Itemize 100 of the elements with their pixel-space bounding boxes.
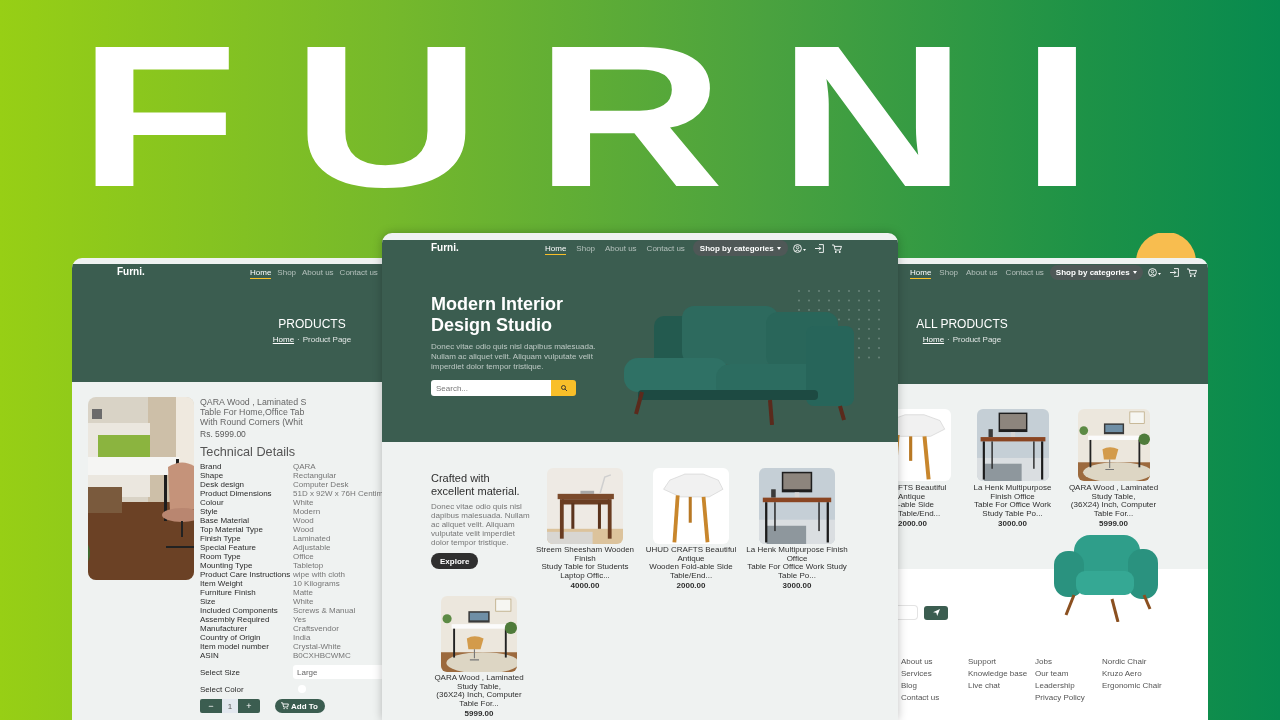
cart-icon[interactable] — [1187, 267, 1198, 277]
hero-title: Modern Interior Design Studio — [431, 294, 564, 336]
category-dropdown-button[interactable]: Shop by categories — [692, 240, 788, 256]
spec-value: 10 Kilograms — [293, 579, 340, 588]
user-icon[interactable] — [1147, 267, 1157, 277]
add-to-cart-button[interactable]: Add To — [275, 699, 325, 713]
nav-link[interactable]: Contact us — [646, 241, 685, 255]
product-title: QARA Wood , Laminated Study Table, (36X24) Inch, Computer Table For... — [433, 674, 525, 708]
nav-link[interactable]: About us — [605, 241, 637, 255]
breadcrumb-current: Product Page — [952, 335, 1002, 344]
caret-icon — [803, 248, 807, 251]
footer-link[interactable]: Kruzo Aero — [1102, 668, 1142, 680]
quantity-field[interactable]: 1 — [222, 699, 238, 713]
brand-title: FURNI — [78, 2, 1147, 231]
breadcrumb-separator: · — [947, 335, 950, 344]
caret-icon — [776, 246, 781, 250]
size-select[interactable]: Large — [293, 665, 383, 679]
footer-link[interactable]: Blog — [901, 680, 917, 692]
footer-link[interactable]: Nordic Chair — [1102, 656, 1147, 668]
spec-value: Rectangular — [293, 471, 337, 480]
input-field[interactable] — [898, 605, 918, 620]
product-price: 5999.00 — [1099, 519, 1128, 528]
logo[interactable]: Furni. — [431, 242, 459, 254]
spec-label: ASIN — [200, 651, 219, 660]
spec-label: Special Feature — [200, 543, 257, 552]
product-price: 3000.00 — [998, 519, 1027, 528]
login-icon[interactable] — [815, 243, 825, 253]
caret-icon — [1158, 272, 1162, 275]
footer-link[interactable]: About us — [901, 656, 933, 668]
nav-link[interactable]: Contact us — [1005, 265, 1044, 279]
spec-value: Crystal-White — [293, 642, 341, 651]
product-title: UHUD CRAFTS Beautiful Antique Wooden Fold-able Side Table/End... — [644, 546, 738, 580]
search-button[interactable] — [551, 380, 576, 396]
spec-value: Office — [293, 552, 314, 561]
user-icon[interactable] — [792, 243, 802, 253]
spec-label: Furniture Finish — [200, 588, 256, 597]
product-price: 2000.00 — [676, 581, 706, 590]
footer-link[interactable]: Services — [901, 668, 932, 680]
product-title: Streem Sheesham Wooden Finish Study Table for Students Laptop Offic... — [534, 546, 636, 580]
spec-label: Item Weight — [200, 579, 243, 588]
product-title: QARA Wood , Laminated Study Table, (36X24) Inch, Computer Table For... — [1067, 484, 1160, 518]
nav-link[interactable]: Contact us — [339, 265, 378, 279]
breadcrumb-link[interactable]: Home — [922, 335, 945, 344]
breadcrumb-link[interactable]: Home — [272, 335, 295, 344]
product-price: 3000.00 — [782, 581, 812, 590]
spec-label: Desk design — [200, 480, 245, 489]
footer-link[interactable]: Our team — [1035, 668, 1069, 680]
nav-link[interactable]: Home — [910, 265, 932, 279]
spec-label: Size — [200, 597, 216, 606]
spec-label: Style — [200, 507, 218, 516]
option-label: Select Color — [200, 684, 245, 694]
hero-text: Donec vitae odio quis nisl dapibus malesuada. Nullam ac aliquet velit. Aliquam vulputate velit imperdiet dolor tempor tristique. — [431, 342, 597, 372]
spec-value: Wood — [293, 516, 314, 525]
footer-link[interactable]: Privacy Policy — [1035, 692, 1085, 704]
spec-label: Base Material — [200, 516, 249, 525]
cart-icon[interactable] — [832, 243, 843, 253]
footer-link[interactable]: Jobs — [1035, 656, 1052, 668]
nav-link[interactable]: Home — [545, 241, 567, 255]
footer-link[interactable]: Knowledge base — [968, 668, 1028, 680]
spec-value: Adjustable — [293, 543, 331, 552]
product-price: 2000.00 — [898, 519, 927, 528]
spec-label: Brand — [200, 462, 222, 471]
spec-value: Wood — [293, 525, 314, 534]
spec-value: QARA — [293, 462, 316, 471]
search-icon — [560, 385, 567, 391]
nav-link[interactable]: About us — [966, 265, 998, 279]
send-icon — [932, 609, 940, 616]
footer-link[interactable]: Leadership — [1035, 680, 1075, 692]
nav-link[interactable]: Shop — [277, 265, 297, 279]
cart-icon — [281, 702, 289, 710]
send-button[interactable] — [924, 605, 948, 620]
nav-link[interactable]: Shop — [576, 241, 596, 255]
spec-value: White — [293, 597, 314, 606]
explore-button[interactable]: Explore — [431, 553, 479, 569]
product-title: FTS Beautiful Antique -able Side Table/End... — [898, 484, 948, 518]
spec-value: India — [293, 633, 311, 642]
spec-label: Shape — [200, 471, 224, 480]
section-heading: Technical Details — [200, 445, 296, 460]
nav-link[interactable]: Shop — [939, 265, 959, 279]
nav-link[interactable]: Home — [250, 265, 272, 279]
logo[interactable]: Furni. — [117, 266, 145, 278]
page-title: ALL PRODUCTS — [916, 318, 1008, 331]
footer-link[interactable]: Ergonomic Chair — [1102, 680, 1162, 692]
page-title: PRODUCTS — [278, 318, 346, 331]
increase-button[interactable]: + — [238, 699, 260, 713]
footer-link[interactable]: Live chat — [968, 680, 1001, 692]
spec-label: Mounting Type — [200, 561, 253, 570]
section-heading: Crafted with excellent material. — [431, 472, 521, 497]
spec-label: Product Care Instructions — [200, 570, 291, 579]
spec-value: B0CXHBCWMC — [293, 651, 351, 660]
search-field[interactable]: Search... — [431, 380, 551, 396]
spec-label: Colour — [200, 498, 224, 507]
category-dropdown-button[interactable]: Shop by categories — [1049, 264, 1143, 280]
nav-link[interactable]: About us — [302, 265, 334, 279]
decrease-button[interactable]: − — [200, 699, 222, 713]
spec-label: Top Material Type — [200, 525, 263, 534]
login-icon[interactable] — [1170, 267, 1180, 277]
footer-link[interactable]: Contact us — [901, 692, 940, 704]
spec-label: Item model number — [200, 642, 269, 651]
footer-link[interactable]: Support — [968, 656, 997, 668]
